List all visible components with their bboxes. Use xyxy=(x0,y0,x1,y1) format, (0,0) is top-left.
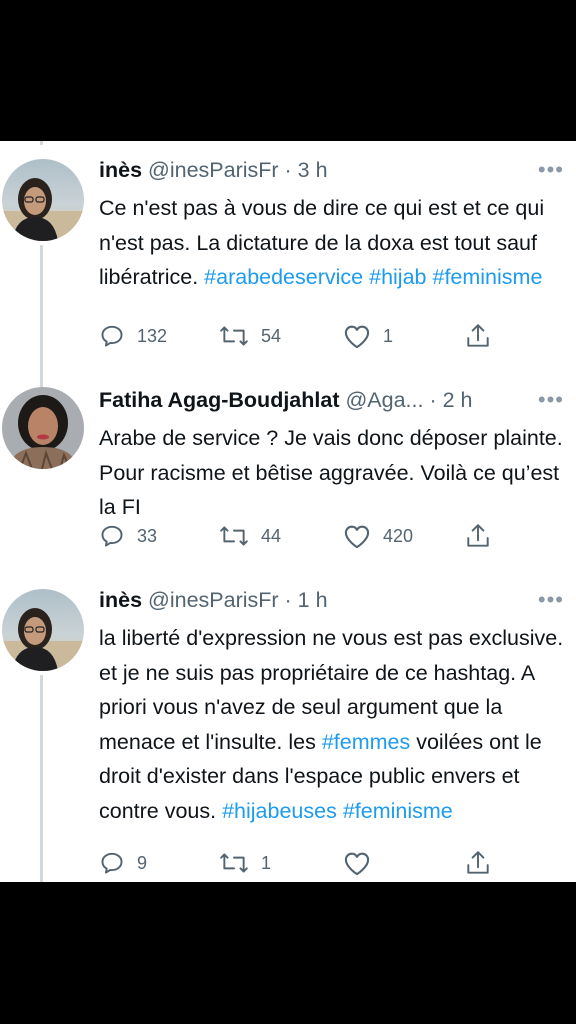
hashtag-link[interactable]: #hijabeuses xyxy=(222,799,337,823)
reply-button[interactable]: 132 xyxy=(99,319,167,353)
avatar[interactable] xyxy=(2,159,84,241)
reply-count: 132 xyxy=(137,325,168,346)
reply-button[interactable]: 9 xyxy=(99,846,147,880)
timestamp[interactable]: · 3 h xyxy=(285,158,328,182)
woman-glasses-avatar-icon xyxy=(2,159,84,241)
retweet-count: 44 xyxy=(261,525,282,546)
tweet-actions: 33 44 420 xyxy=(99,519,569,553)
tweet-text: Ce n'est pas à vous de dire ce qui est e… xyxy=(99,191,569,295)
thread-line xyxy=(40,141,43,145)
woman-dark-hair-avatar-icon xyxy=(2,387,84,469)
share-icon xyxy=(467,324,489,347)
like-button[interactable] xyxy=(343,846,383,880)
handle[interactable]: @inesParisFr xyxy=(148,588,279,612)
retweet-button[interactable]: 1 xyxy=(219,846,271,880)
tweet-header: inès @inesParisFr · 3 h xyxy=(99,153,328,187)
like-button[interactable]: 1 xyxy=(343,319,393,353)
retweet-icon xyxy=(220,853,248,873)
heart-icon xyxy=(344,325,370,349)
timestamp[interactable]: · 1 h xyxy=(285,588,328,612)
reply-icon xyxy=(101,525,123,547)
more-options-icon[interactable]: ••• xyxy=(538,583,564,617)
reply-count: 9 xyxy=(137,852,148,873)
tweet-thread: inès @inesParisFr · 3 h ••• Ce n'est pas… xyxy=(0,141,576,882)
heart-icon xyxy=(344,525,370,549)
retweet-count: 54 xyxy=(261,325,282,346)
avatar[interactable] xyxy=(2,589,84,671)
tweet-actions: 132 54 1 xyxy=(99,319,569,353)
retweet-count: 1 xyxy=(261,852,272,873)
hashtag-link[interactable]: #hijab xyxy=(369,265,426,289)
tweet-header: inès @inesParisFr · 1 h xyxy=(99,583,328,617)
like-count: 420 xyxy=(383,525,414,546)
retweet-icon xyxy=(220,526,248,546)
tweet-text-segment: Arabe de service ? Je vais donc déposer … xyxy=(99,426,563,519)
more-options-icon[interactable]: ••• xyxy=(538,383,564,417)
retweet-button[interactable]: 54 xyxy=(219,319,281,353)
like-button[interactable]: 420 xyxy=(343,519,413,553)
display-name[interactable]: Fatiha Agag-Boudjahlat xyxy=(99,388,339,412)
hashtag-link[interactable]: #feminisme xyxy=(343,799,453,823)
like-count: 1 xyxy=(383,325,394,346)
tweet-header: Fatiha Agag-Boudjahlat @Aga... · 2 h xyxy=(99,383,473,417)
reply-icon xyxy=(101,852,123,874)
tweet[interactable]: Fatiha Agag-Boudjahlat @Aga... · 2 h •••… xyxy=(0,383,576,563)
woman-glasses-avatar-icon xyxy=(2,589,84,671)
share-button[interactable] xyxy=(465,846,491,880)
tweet[interactable]: inès @inesParisFr · 3 h ••• Ce n'est pas… xyxy=(0,153,576,363)
retweet-icon xyxy=(220,326,248,346)
avatar[interactable] xyxy=(2,387,84,469)
retweet-button[interactable]: 44 xyxy=(219,519,281,553)
handle[interactable]: @Aga... xyxy=(345,388,423,412)
tweet-actions: 9 1 xyxy=(99,846,569,880)
hashtag-link[interactable]: #arabedeservice xyxy=(204,265,363,289)
tweet-text: la liberté d'expression ne vous est pas … xyxy=(99,621,569,828)
share-icon xyxy=(467,524,489,547)
hashtag-link[interactable]: #feminisme xyxy=(432,265,542,289)
reply-button[interactable]: 33 xyxy=(99,519,157,553)
more-options-icon[interactable]: ••• xyxy=(538,153,564,187)
hashtag-link[interactable]: #femmes xyxy=(322,730,410,754)
display-name[interactable]: inès xyxy=(99,158,142,182)
tweet-text: Arabe de service ? Je vais donc déposer … xyxy=(99,421,569,525)
share-button[interactable] xyxy=(465,519,491,553)
display-name[interactable]: inès xyxy=(99,588,142,612)
tweet[interactable]: inès @inesParisFr · 1 h ••• la liberté d… xyxy=(0,583,576,882)
heart-icon xyxy=(344,852,370,876)
timestamp[interactable]: · 2 h xyxy=(429,388,472,412)
reply-count: 33 xyxy=(137,525,158,546)
handle[interactable]: @inesParisFr xyxy=(148,158,279,182)
share-button[interactable] xyxy=(465,319,491,353)
share-icon xyxy=(467,851,489,874)
reply-icon xyxy=(101,325,123,347)
